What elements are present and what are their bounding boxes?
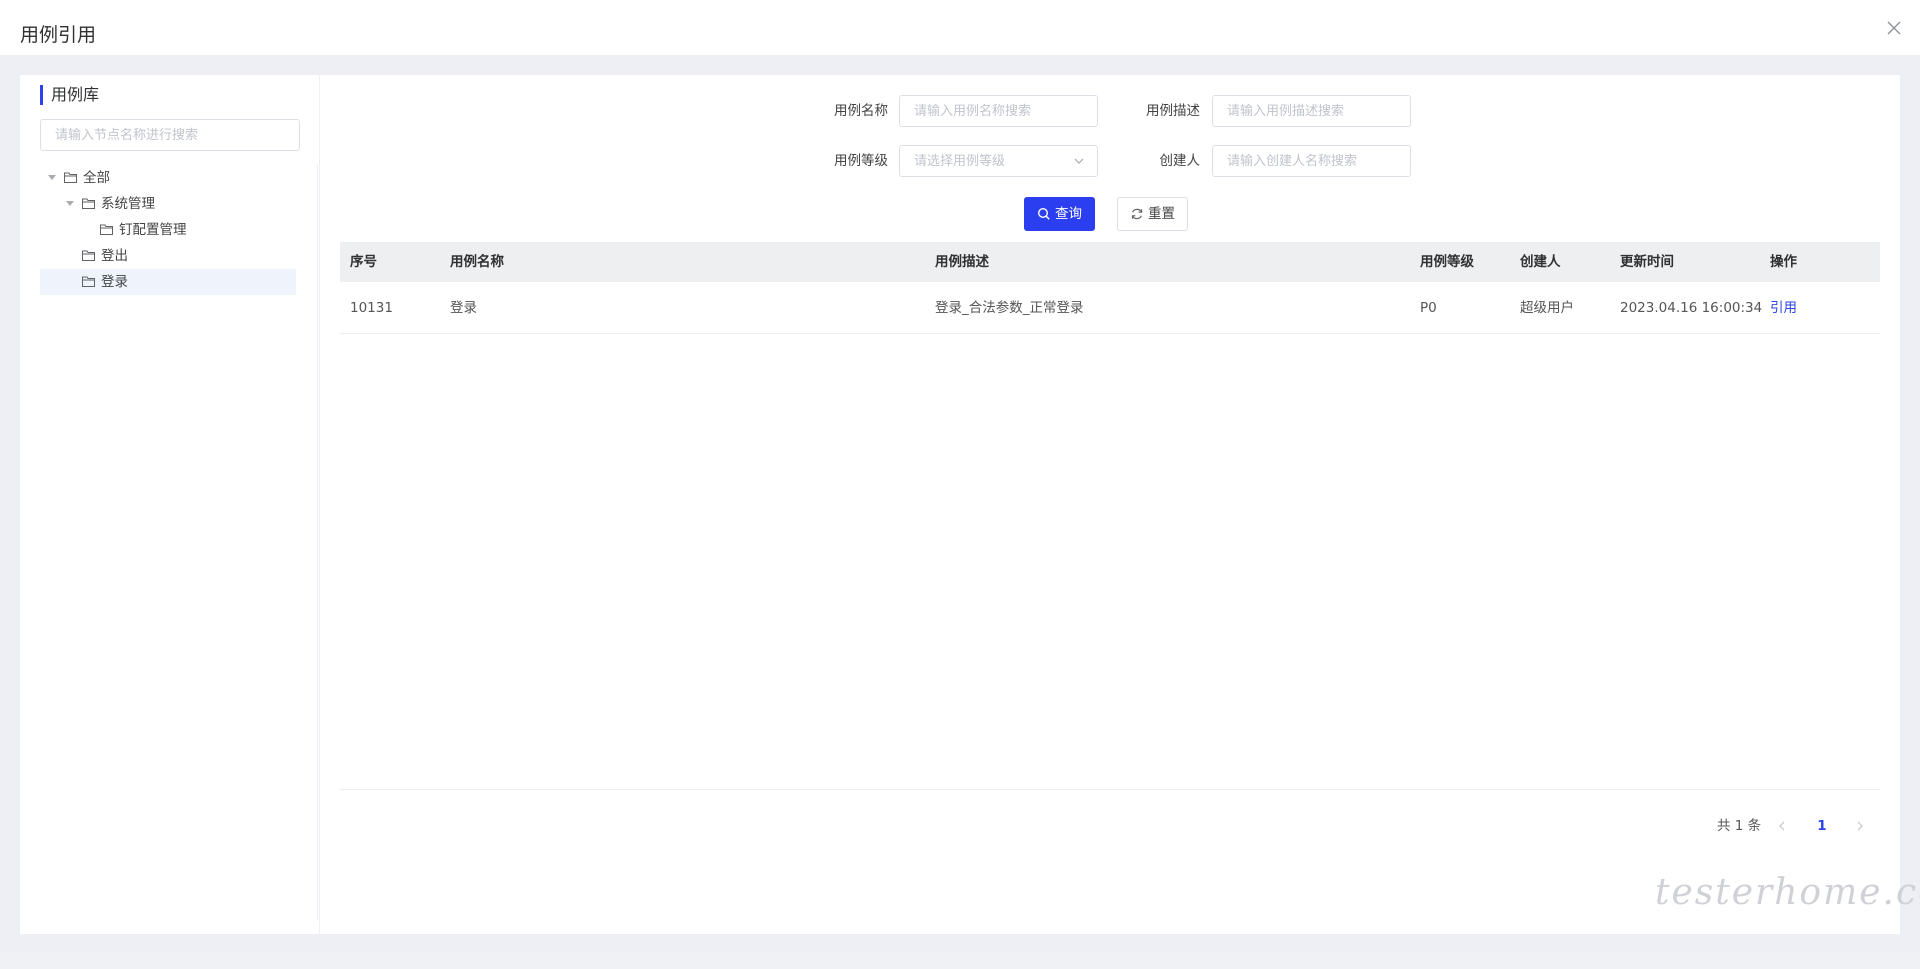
table-bottom-divider bbox=[340, 789, 1880, 790]
case-desc-input[interactable] bbox=[1212, 95, 1411, 127]
tree-search-input[interactable] bbox=[40, 119, 300, 151]
column-header-name: 用例名称 bbox=[450, 254, 504, 270]
folder-icon bbox=[100, 224, 113, 235]
chevron-down-icon[interactable] bbox=[1074, 156, 1084, 166]
tree-node-label: 登出 bbox=[101, 248, 128, 264]
column-header-action: 操作 bbox=[1770, 254, 1797, 270]
creator-label: 创建人 bbox=[1159, 153, 1201, 169]
tree-node-label: 系统管理 bbox=[101, 196, 155, 212]
reset-button[interactable]: 重置 bbox=[1117, 197, 1188, 231]
tree-node-logout[interactable]: 登出 bbox=[40, 243, 296, 269]
column-header-creator: 创建人 bbox=[1520, 254, 1561, 270]
cell-desc: 登录_合法参数_正常登录 bbox=[935, 300, 1084, 316]
caret-down-icon[interactable] bbox=[48, 175, 56, 180]
case-reference-dialog: 用例引用 用例库 全部 系统管理 钉配置管理 bbox=[0, 0, 1920, 953]
case-library-title: 用例库 bbox=[40, 85, 99, 105]
case-desc-label: 用例描述 bbox=[1146, 103, 1200, 119]
tree-node-label: 钉配置管理 bbox=[119, 222, 187, 238]
close-icon[interactable] bbox=[1884, 18, 1904, 38]
case-name-label: 用例名称 bbox=[834, 103, 888, 119]
folder-icon bbox=[82, 276, 95, 287]
search-icon bbox=[1037, 207, 1050, 220]
creator-input[interactable] bbox=[1212, 145, 1411, 177]
watermark: testerhome.com bbox=[1655, 872, 1920, 913]
cell-name: 登录 bbox=[450, 300, 477, 316]
tree-node-label: 全部 bbox=[83, 170, 110, 186]
dialog-title: 用例引用 bbox=[20, 24, 97, 46]
reset-button-label: 重置 bbox=[1148, 206, 1175, 222]
cell-level: P0 bbox=[1420, 300, 1437, 316]
next-page-icon[interactable] bbox=[1848, 810, 1872, 842]
cell-updated: 2023.04.16 16:00:34 bbox=[1620, 300, 1763, 316]
dialog-header: 用例引用 bbox=[0, 0, 1920, 55]
page-number[interactable]: 1 bbox=[1810, 810, 1834, 842]
caret-down-icon[interactable] bbox=[66, 201, 74, 206]
refresh-icon bbox=[1131, 208, 1143, 220]
tree-node-login[interactable]: 登录 bbox=[40, 269, 296, 295]
prev-page-icon[interactable] bbox=[1770, 810, 1794, 842]
folder-icon bbox=[64, 172, 77, 183]
column-header-index: 序号 bbox=[350, 254, 377, 270]
cell-creator: 超级用户 bbox=[1520, 300, 1574, 316]
query-button[interactable]: 查询 bbox=[1024, 197, 1095, 231]
reference-link[interactable]: 引用 bbox=[1770, 282, 1797, 334]
case-name-input[interactable] bbox=[899, 95, 1098, 127]
case-level-label: 用例等级 bbox=[834, 153, 888, 169]
case-level-select[interactable] bbox=[899, 145, 1098, 177]
folder-icon bbox=[82, 198, 95, 209]
pagination-total: 共 1 条 bbox=[1717, 818, 1762, 834]
tree-node-label: 登录 bbox=[101, 274, 128, 290]
tree-node-dingtalk-config[interactable]: 钉配置管理 bbox=[40, 217, 296, 243]
table-row: 10131 登录 登录_合法参数_正常登录 P0 超级用户 2023.04.16… bbox=[340, 282, 1880, 334]
query-button-label: 查询 bbox=[1055, 206, 1082, 222]
case-library-panel: 用例库 全部 系统管理 钉配置管理 登出 bbox=[20, 75, 319, 934]
tree-node-all[interactable]: 全部 bbox=[40, 165, 296, 191]
table-header: 序号 用例名称 用例描述 用例等级 创建人 更新时间 操作 bbox=[340, 242, 1880, 282]
column-header-level: 用例等级 bbox=[1420, 254, 1474, 270]
column-header-updated: 更新时间 bbox=[1620, 254, 1674, 270]
case-list-panel: 用例名称 用例描述 用例等级 创建人 查询 重置 序号 用例名称 用例描述 用例… bbox=[320, 75, 1900, 934]
folder-icon bbox=[82, 250, 95, 261]
cell-index: 10131 bbox=[350, 300, 393, 316]
case-tree: 全部 系统管理 钉配置管理 登出 登录 bbox=[40, 165, 318, 920]
column-header-desc: 用例描述 bbox=[935, 254, 989, 270]
tree-node-system-management[interactable]: 系统管理 bbox=[40, 191, 296, 217]
